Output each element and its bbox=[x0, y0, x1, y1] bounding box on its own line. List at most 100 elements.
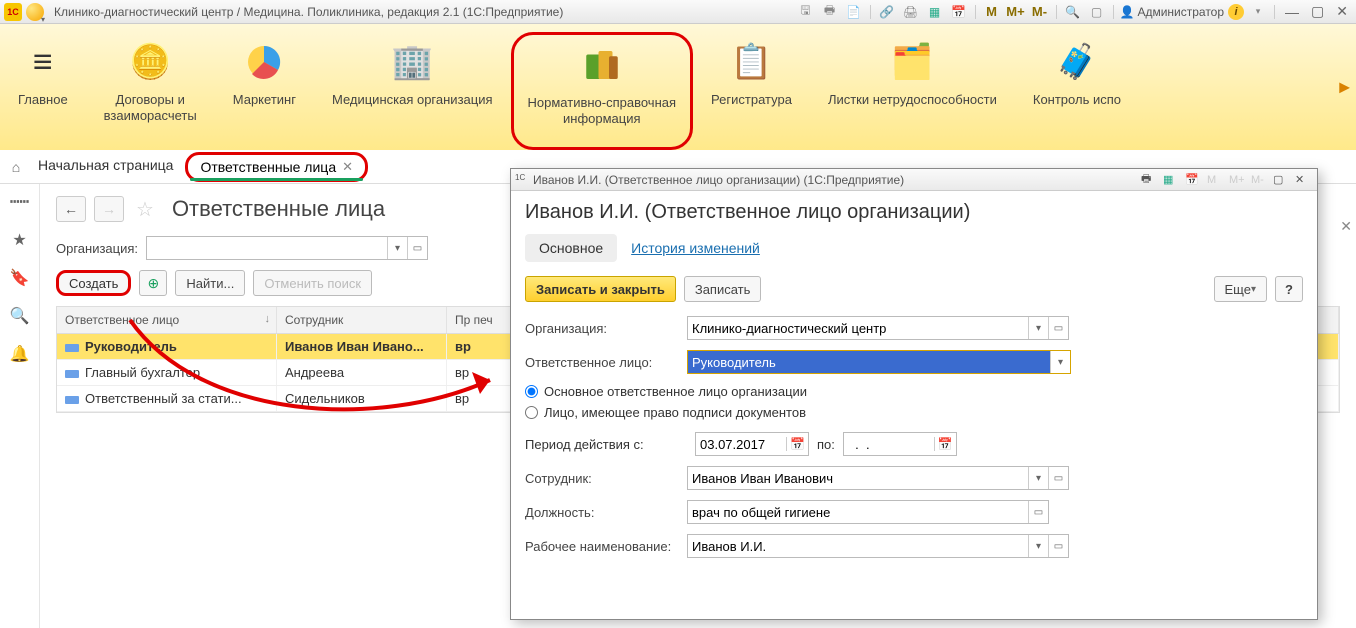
print-icon[interactable]: 🖶 bbox=[1141, 170, 1159, 189]
toolbar-scroll-right[interactable]: ▶ bbox=[1339, 79, 1350, 96]
open-ref-icon[interactable]: ▭ bbox=[1048, 535, 1068, 557]
open-ref-icon[interactable]: ▭ bbox=[1048, 317, 1068, 339]
nav-medorg[interactable]: 🏢 Медицинская организация bbox=[314, 32, 511, 150]
dlg-resp-combo[interactable]: ▾ bbox=[687, 350, 1071, 374]
period-to-input[interactable] bbox=[844, 433, 934, 455]
dlg-emp-combo[interactable]: ▾ ▭ bbox=[687, 466, 1069, 490]
panel-icon[interactable]: ▢ bbox=[1087, 3, 1107, 21]
cancel-find-button[interactable]: Отменить поиск bbox=[253, 270, 372, 296]
dlg-org-combo[interactable]: ▾ ▭ bbox=[687, 316, 1069, 340]
dlg-resp-label: Ответственное лицо: bbox=[525, 355, 687, 370]
open-ref-icon[interactable]: ▭ bbox=[407, 237, 427, 259]
main-menu-dropdown[interactable] bbox=[26, 3, 44, 21]
open-ref-icon[interactable]: ▭ bbox=[1028, 501, 1048, 523]
home-icon[interactable]: ⌂ bbox=[6, 159, 26, 175]
help-button[interactable]: ? bbox=[1275, 276, 1303, 302]
tab-responsible-label: Ответственные лица bbox=[200, 159, 336, 175]
hamburger-icon: ≡ bbox=[19, 38, 67, 86]
minimize-button[interactable]: — bbox=[1281, 4, 1303, 20]
col-role[interactable]: Ответственное лицо bbox=[57, 307, 277, 333]
m-plus-button: M+ bbox=[1229, 174, 1247, 186]
dlg-pos-input[interactable] bbox=[688, 501, 1028, 523]
link-icon[interactable]: 🔗 bbox=[877, 3, 897, 21]
period-from-input[interactable] bbox=[696, 433, 786, 455]
nav-reference-info[interactable]: Нормативно-справочная информация bbox=[511, 32, 694, 150]
info-dropdown-icon[interactable]: ▾ bbox=[1248, 3, 1268, 21]
favorites-icon[interactable]: ★ bbox=[12, 230, 26, 250]
radio-signing-person[interactable] bbox=[525, 406, 538, 419]
nav-back-button[interactable]: ← bbox=[56, 196, 86, 222]
calendar-icon[interactable]: 📅 bbox=[934, 437, 956, 451]
period-from-field[interactable]: 📅 bbox=[695, 432, 809, 456]
dlg-emp-input[interactable] bbox=[688, 467, 1028, 489]
dlg-workname-input[interactable] bbox=[688, 535, 1028, 557]
dlg-resp-input[interactable] bbox=[688, 351, 1050, 373]
bell-icon[interactable]: 🔔 bbox=[10, 344, 30, 364]
maximize-button[interactable]: ▢ bbox=[1273, 173, 1291, 186]
user-block[interactable]: 👤 Администратор bbox=[1120, 5, 1225, 19]
chevron-down-icon[interactable]: ▾ bbox=[1050, 351, 1070, 373]
row-icon bbox=[65, 370, 79, 378]
dlg-pos-combo[interactable]: ▭ bbox=[687, 500, 1049, 524]
chevron-down-icon[interactable]: ▾ bbox=[1028, 467, 1048, 489]
save-button[interactable]: Записать bbox=[684, 276, 762, 302]
zoom-icon[interactable]: 🔍 bbox=[1063, 3, 1083, 21]
save-close-button[interactable]: Записать и закрыть bbox=[525, 276, 676, 302]
dlg-workname-combo[interactable]: ▾ ▭ bbox=[687, 534, 1069, 558]
radio-main-person[interactable] bbox=[525, 385, 538, 398]
calc-icon[interactable]: ▦ bbox=[1163, 173, 1181, 186]
close-button[interactable]: ✕ bbox=[1332, 3, 1352, 20]
chevron-down-icon[interactable]: ▾ bbox=[1028, 535, 1048, 557]
tab-main[interactable]: Основное bbox=[525, 234, 617, 262]
nav-sickleave[interactable]: 🗂️ Листки нетрудоспособности bbox=[810, 32, 1015, 150]
nav-marketing-label: Маркетинг bbox=[233, 92, 296, 108]
chevron-down-icon[interactable]: ▾ bbox=[387, 237, 407, 259]
close-button[interactable]: ✕ bbox=[1295, 173, 1313, 186]
find-button[interactable]: Найти... bbox=[175, 270, 245, 296]
calendar-icon[interactable]: 📅 bbox=[786, 437, 808, 451]
period-to-field[interactable]: 📅 bbox=[843, 432, 957, 456]
nav-contracts[interactable]: 🪙 Договоры и взаиморасчеты bbox=[86, 32, 215, 150]
nav-registration[interactable]: 📋 Регистратура bbox=[693, 32, 810, 150]
doc-icon[interactable]: 📄 bbox=[844, 3, 864, 21]
print2-icon[interactable]: 🖨 bbox=[901, 3, 921, 21]
chevron-down-icon[interactable]: ▾ bbox=[1028, 317, 1048, 339]
cell-emp: Сидельников bbox=[277, 386, 447, 411]
dlg-org-input[interactable] bbox=[688, 317, 1028, 339]
copy-button[interactable]: ⊕ bbox=[139, 270, 167, 296]
tag-icon[interactable]: 🔖 bbox=[10, 268, 30, 288]
m-minus-button[interactable]: M- bbox=[1030, 3, 1050, 21]
nav-forward-button[interactable]: → bbox=[94, 196, 124, 222]
org-input[interactable] bbox=[147, 237, 387, 259]
tab-responsible-persons[interactable]: Ответственные лица ✕ bbox=[185, 152, 368, 182]
open-ref-icon[interactable]: ▭ bbox=[1048, 467, 1068, 489]
main-toolbar: ≡ Главное 🪙 Договоры и взаиморасчеты Мар… bbox=[0, 24, 1356, 150]
nav-control[interactable]: 🧳 Контроль испо bbox=[1015, 32, 1139, 150]
calendar-icon[interactable]: 📅 bbox=[1185, 173, 1203, 186]
apps-icon[interactable]: ┅┅ bbox=[10, 192, 29, 212]
m-plus-button[interactable]: M+ bbox=[1006, 3, 1026, 21]
print-icon[interactable]: 🖶 bbox=[820, 3, 840, 21]
window-title: Клинико-диагностический центр / Медицина… bbox=[54, 5, 563, 19]
search-icon[interactable]: 🔍 bbox=[10, 306, 30, 326]
app-logo: 1C bbox=[4, 3, 22, 21]
tab-home[interactable]: Начальная страница bbox=[26, 152, 185, 182]
documents-icon: 🗂️ bbox=[888, 38, 936, 86]
calc-icon[interactable]: ▦ bbox=[925, 3, 945, 21]
tab-history[interactable]: История изменений bbox=[617, 234, 774, 262]
more-button[interactable]: Еще bbox=[1214, 276, 1267, 302]
info-icon[interactable]: i bbox=[1228, 4, 1244, 20]
org-combo[interactable]: ▾ ▭ bbox=[146, 236, 428, 260]
cell-role: Руководитель bbox=[85, 339, 177, 354]
save-icon[interactable]: 🖫 bbox=[796, 3, 816, 21]
col-employee[interactable]: Сотрудник bbox=[277, 307, 447, 333]
maximize-button[interactable]: ▢ bbox=[1307, 3, 1328, 20]
create-button[interactable]: Создать bbox=[56, 270, 131, 296]
nav-marketing[interactable]: Маркетинг bbox=[215, 32, 314, 150]
calendar-icon[interactable]: 📅 bbox=[949, 3, 969, 21]
close-icon[interactable]: ✕ bbox=[342, 159, 353, 175]
nav-main[interactable]: ≡ Главное bbox=[0, 32, 86, 150]
m-button[interactable]: M bbox=[982, 3, 1002, 21]
star-icon[interactable]: ☆ bbox=[136, 197, 154, 222]
panel-close-icon[interactable]: ✕ bbox=[1340, 218, 1352, 235]
